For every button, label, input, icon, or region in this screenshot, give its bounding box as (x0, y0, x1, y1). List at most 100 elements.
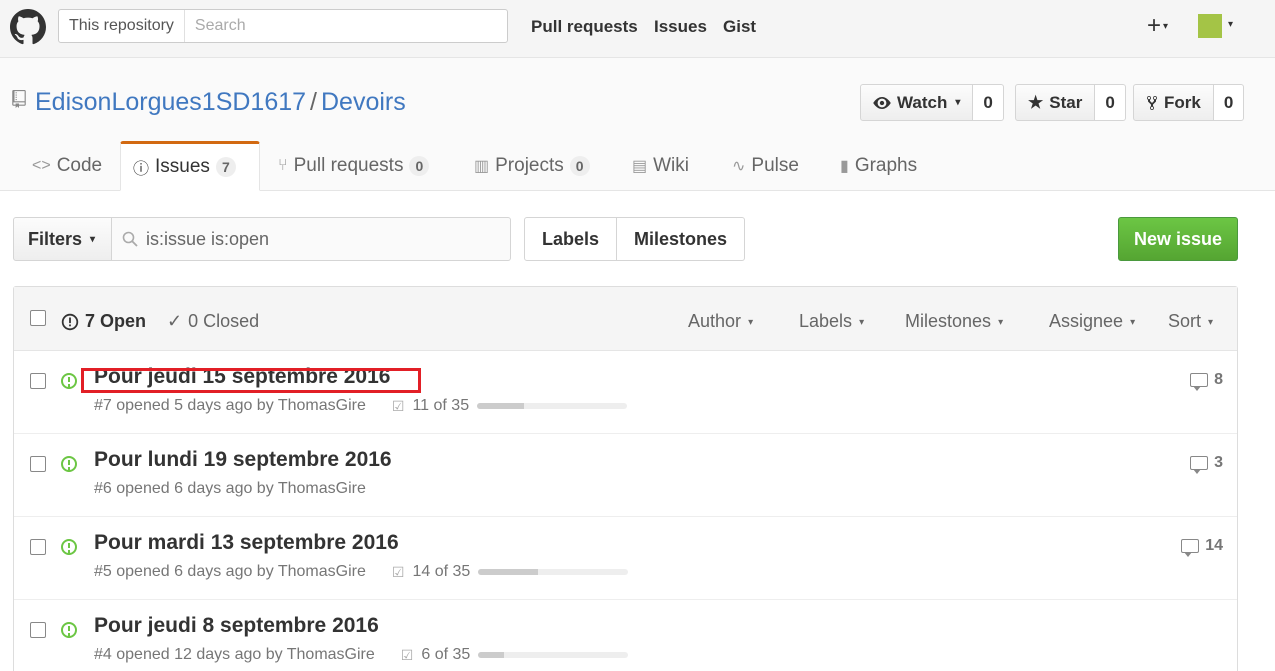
issue-meta: #4 opened 12 days ago by ThomasGire ☑ 6 … (94, 646, 629, 664)
issue-meta-text: #5 opened 6 days ago by ThomasGire (94, 563, 366, 580)
milestones-button[interactable]: Milestones (617, 217, 746, 261)
milestones-filter-label: Milestones (905, 311, 992, 331)
book-icon: ▤ (632, 158, 648, 175)
repo-separator: / (310, 88, 317, 116)
author-filter[interactable]: Author ▾ (688, 311, 753, 332)
fork-button[interactable]: Fork (1133, 84, 1214, 121)
issue-checkbox[interactable] (30, 373, 46, 389)
star-button[interactable]: ★ Star (1015, 84, 1096, 121)
site-search: This repository (58, 9, 508, 43)
site-header: This repository Pull requests Issues Gis… (0, 0, 1275, 58)
repo-owner-link[interactable]: EdisonLorgues1SD1617 (35, 88, 306, 116)
issue-comments-link[interactable]: 3 (1190, 454, 1223, 474)
nav-gist[interactable]: Gist (723, 17, 756, 37)
new-issue-button[interactable]: New issue (1118, 217, 1238, 261)
tab-projects-count: 0 (569, 156, 590, 176)
issue-row: Pour mardi 13 septembre 2016 #5 opened 6… (14, 517, 1237, 600)
issue-opened-icon (61, 373, 77, 389)
closed-issues-label: 0 Closed (188, 311, 260, 331)
labels-milestones-nav: Labels Milestones (524, 217, 746, 261)
issue-filter-input[interactable] (146, 228, 486, 250)
caret-down-icon: ▾ (1130, 316, 1136, 328)
tab-issues-count: 7 (215, 157, 236, 177)
issue-meta: #6 opened 6 days ago by ThomasGire (94, 480, 366, 498)
issue-row: Pour lundi 19 septembre 2016 #6 opened 6… (14, 434, 1237, 517)
open-issues-label: 7 Open (85, 311, 147, 331)
issue-meta: #7 opened 5 days ago by ThomasGire ☑ 11 … (94, 397, 628, 415)
fork-label: Fork (1164, 92, 1201, 112)
github-logo-icon[interactable] (10, 9, 46, 45)
labels-button[interactable]: Labels (524, 217, 618, 261)
tab-pull-requests-count: 0 (409, 156, 430, 176)
issue-comments-link[interactable]: 14 (1181, 537, 1223, 557)
star-count[interactable]: 0 (1095, 84, 1126, 121)
filter-search (112, 217, 511, 261)
issue-opened-icon: ⓘ (133, 161, 150, 178)
labels-filter[interactable]: Labels ▾ (799, 311, 864, 332)
tab-code[interactable]: <> Code (20, 141, 114, 191)
git-pull-request-icon: ⑂ (278, 157, 288, 174)
issue-checkbox[interactable] (30, 539, 46, 555)
issue-meta-text: #4 opened 12 days ago by ThomasGire (94, 646, 375, 663)
tab-projects[interactable]: ▥ Projects 0 (462, 141, 602, 191)
pulse-icon: ∿ (732, 158, 746, 175)
closed-issues-filter[interactable]: ✓ 0 Closed (167, 311, 259, 332)
tab-pulse[interactable]: ∿ Pulse (720, 141, 811, 191)
labels-filter-label: Labels (799, 311, 853, 331)
repo-title: EdisonLorgues1SD1617/Devoirs (35, 88, 406, 117)
watch-button[interactable]: Watch ▾ (860, 84, 974, 121)
issue-checkbox[interactable] (30, 622, 46, 638)
comment-icon (1190, 456, 1209, 474)
issue-progress-fill (478, 652, 504, 658)
caret-down-icon: ▾ (998, 316, 1004, 328)
caret-down-icon: ▾ (955, 97, 961, 108)
nav-issues[interactable]: Issues (654, 17, 707, 37)
avatar[interactable] (1198, 14, 1222, 38)
issue-progress-text: 14 of 35 (412, 563, 471, 580)
repo-header: EdisonLorgues1SD1617/Devoirs Watch ▾ 0 ★ … (0, 58, 1275, 191)
tab-issues[interactable]: ⓘ Issues 7 (120, 141, 260, 191)
issue-comments-link[interactable]: 8 (1190, 371, 1223, 391)
tab-pull-requests[interactable]: ⑂ Pull requests 0 (266, 141, 441, 191)
issue-opened-icon (61, 313, 79, 330)
issue-progress-text: 6 of 35 (421, 646, 471, 663)
star-group: ★ Star 0 (1015, 84, 1126, 121)
issue-opened-icon (61, 539, 77, 555)
fork-count[interactable]: 0 (1213, 84, 1245, 121)
repo-name-link[interactable]: Devoirs (321, 88, 406, 116)
project-icon: ▥ (474, 158, 490, 175)
watch-count[interactable]: 0 (973, 84, 1004, 121)
caret-down-icon[interactable]: ▾ (1228, 19, 1233, 30)
nav-pull-requests[interactable]: Pull requests (531, 17, 638, 37)
search-input[interactable] (184, 10, 485, 42)
issue-meta-text: #6 opened 6 days ago by ThomasGire (94, 480, 366, 497)
tab-wiki-label: Wiki (653, 155, 690, 176)
issue-row: Pour jeudi 8 septembre 2016 #4 opened 12… (14, 600, 1237, 671)
issue-comments-count: 3 (1214, 454, 1223, 471)
select-all-checkbox[interactable] (30, 310, 46, 326)
issue-comments-count: 14 (1205, 537, 1223, 554)
code-icon: <> (32, 157, 51, 174)
issue-comments-count: 8 (1214, 371, 1223, 388)
issue-opened-icon (61, 622, 77, 638)
tab-wiki[interactable]: ▤ Wiki (620, 141, 701, 191)
sort-filter-label: Sort (1168, 311, 1202, 331)
issue-progress-fill (477, 403, 525, 409)
checklist-icon: ☑ (391, 397, 405, 414)
issue-title-link[interactable]: Pour mardi 13 septembre 2016 (94, 531, 399, 555)
create-new-button[interactable]: + ▾ (1147, 12, 1168, 40)
issue-title-link[interactable]: Pour jeudi 8 septembre 2016 (94, 614, 379, 638)
comment-icon (1190, 373, 1209, 391)
tab-graphs[interactable]: ▮ Graphs (828, 141, 929, 191)
open-issues-filter[interactable]: 7 Open (61, 311, 146, 332)
sort-filter[interactable]: Sort ▾ (1168, 311, 1213, 332)
milestones-filter[interactable]: Milestones ▾ (905, 311, 1003, 332)
tab-pulse-label: Pulse (751, 155, 799, 176)
filters-button[interactable]: Filters ▾ (13, 217, 112, 261)
issue-progress-bar (478, 569, 629, 575)
issue-progress-text: 11 of 35 (412, 397, 470, 414)
assignee-filter[interactable]: Assignee ▾ (1049, 311, 1135, 332)
issue-checkbox[interactable] (30, 456, 46, 472)
caret-down-icon: ▾ (1163, 21, 1169, 33)
issue-title-link[interactable]: Pour lundi 19 septembre 2016 (94, 448, 392, 472)
